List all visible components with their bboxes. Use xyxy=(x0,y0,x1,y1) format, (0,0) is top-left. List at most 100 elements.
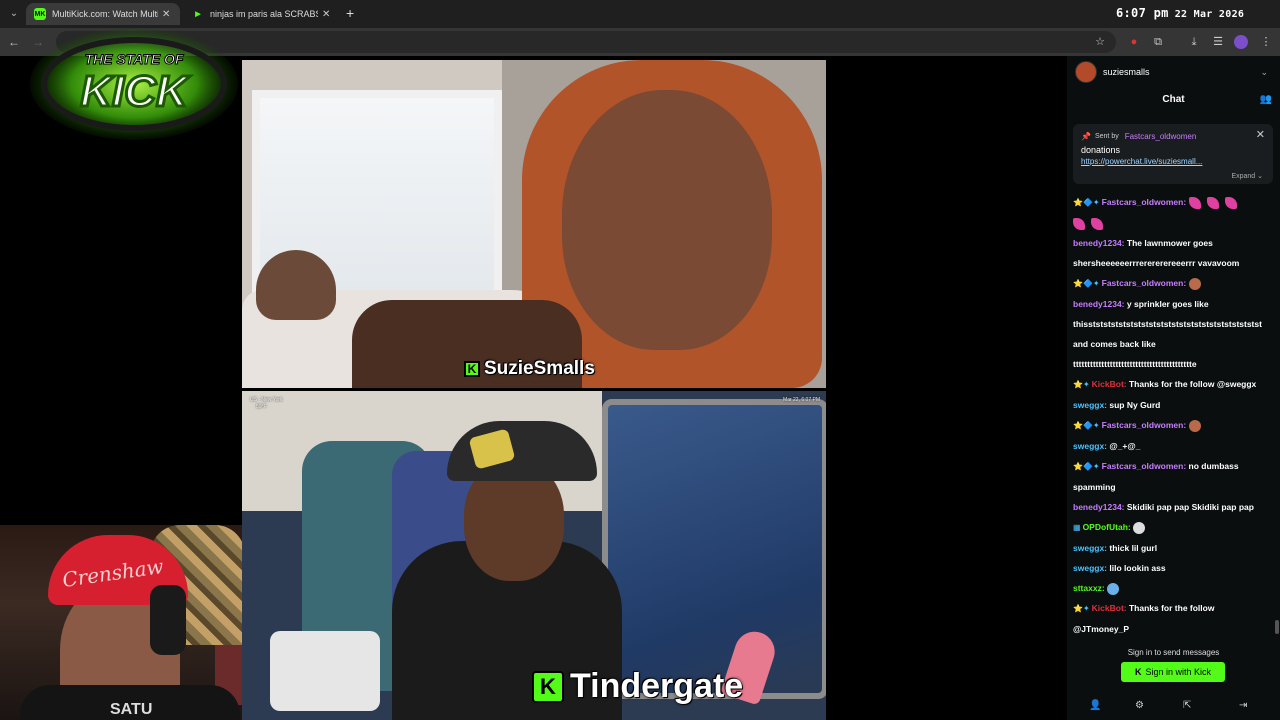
emote-icon xyxy=(1091,217,1103,230)
streamer-name-tag: K Tindergate xyxy=(532,667,743,706)
tab-label: ninjas im paris ala SCRABSNYC xyxy=(210,9,318,19)
chat-username[interactable]: sweggx: xyxy=(1073,543,1109,553)
tab-close-icon[interactable]: ✕ xyxy=(162,9,172,20)
multikick-favicon-icon: MK xyxy=(34,8,46,20)
chat-message: ⭐🔷✦ Fastcars_oldwomen: xyxy=(1073,192,1277,213)
users-icon[interactable]: 👥 xyxy=(1260,94,1272,105)
location-overlay: US - New York xyxy=(250,397,283,403)
streamer-name-tag: K SuzieSmalls xyxy=(464,358,595,380)
kebab-menu-icon[interactable]: ⋮ xyxy=(1258,34,1274,50)
kick-logo-icon: K xyxy=(532,670,564,703)
new-tab-button[interactable]: + xyxy=(346,5,360,21)
chat-username[interactable]: Fastcars_oldwomen: xyxy=(1102,197,1189,207)
chat-message: sttaxxz: xyxy=(1073,578,1277,598)
user-badges-icon: ⭐🔷✦ xyxy=(1073,279,1100,288)
chat-message: ⭐🔷✦ Fastcars_oldwomen: xyxy=(1073,415,1277,436)
add-user-icon[interactable]: 👤 xyxy=(1089,700,1101,711)
chat-title: Chat xyxy=(1162,94,1185,105)
chat-username[interactable]: sweggx: xyxy=(1073,441,1109,451)
sent-by-label: Sent by xyxy=(1094,132,1119,140)
extension-icon[interactable]: ● xyxy=(1126,34,1142,50)
chat-username[interactable]: KickBot: xyxy=(1092,603,1129,613)
chat-message: and comes back like xyxy=(1073,334,1277,354)
kick-logo-icon: K xyxy=(1134,667,1142,677)
chat-username[interactable]: Fastcars_oldwomen: xyxy=(1102,461,1189,471)
playlist-icon[interactable]: ☰ xyxy=(1210,34,1226,50)
chat-text: shersheeeeeerrrerererereeerrr vavavoom xyxy=(1073,258,1240,268)
tab-close-icon[interactable]: ✕ xyxy=(322,9,332,20)
tab-label: MultiKick.com: Watch Multiple xyxy=(52,9,158,19)
chat-message: sweggx: @_+@_ xyxy=(1073,436,1277,456)
chevron-down-icon[interactable]: ⌄ xyxy=(1260,67,1268,78)
chat-message: spamming xyxy=(1073,477,1277,497)
emote-icon xyxy=(1133,521,1146,534)
sign-in-button[interactable]: K Sign in with Kick xyxy=(1121,662,1225,682)
chat-username[interactable]: benedy1234: xyxy=(1073,238,1127,248)
channel-selector[interactable]: suziesmalls ⌄ xyxy=(1067,56,1280,88)
chat-message: ⭐🔷✦ Fastcars_oldwomen: xyxy=(1073,273,1277,294)
clock-time: 6:07 pm xyxy=(1116,6,1169,20)
chat-username[interactable]: sweggx: xyxy=(1073,563,1109,573)
chat-username[interactable]: KickBot: xyxy=(1092,379,1129,389)
user-badges-icon: ⭐✦ xyxy=(1073,604,1090,613)
chat-message xyxy=(1073,213,1277,233)
logo-line1: THE STATE OF xyxy=(84,51,183,67)
user-badges-icon: ⭐🔷✦ xyxy=(1073,421,1100,430)
pinned-sender[interactable]: Fastcars_oldwomen xyxy=(1125,132,1197,141)
chat-header: Chat 👥 xyxy=(1067,88,1280,112)
chat-text: no dumbass xyxy=(1188,461,1239,471)
chat-message: benedy1234: The lawnmower goes xyxy=(1073,233,1277,253)
pin-icon: 📌 xyxy=(1081,131,1091,141)
chat-username[interactable]: sweggx: xyxy=(1073,400,1109,410)
chat-text: sup Ny Gurd xyxy=(1109,400,1161,410)
pinned-message[interactable]: 📌 Sent by Fastcars_oldwomen donations ht… xyxy=(1073,124,1273,184)
chat-username[interactable]: benedy1234: xyxy=(1073,502,1127,512)
chat-panel: suziesmalls ⌄ Chat 👥 📌 Sent by Fastcars_… xyxy=(1067,56,1280,720)
chat-text: y sprinkler goes like xyxy=(1126,299,1209,309)
chat-username[interactable]: Fastcars_oldwomen: xyxy=(1102,420,1189,430)
face xyxy=(562,90,772,350)
chat-text: spamming xyxy=(1073,482,1116,492)
sleeping-person xyxy=(256,250,336,320)
tab-search-icon[interactable]: ⌄ xyxy=(6,6,22,22)
back-arrow-icon[interactable]: ← xyxy=(6,34,22,50)
user-badges-icon: ▦ xyxy=(1073,523,1081,532)
chat-message: shersheeeeeerrrerererereeerrr vavavoom xyxy=(1073,253,1277,273)
stream-video-train[interactable]: US - New York 59°F Mar 22, 6:07 PM K Tin… xyxy=(242,391,826,720)
chat-text: thisstststststststststststststststststst… xyxy=(1073,319,1262,329)
tab-multikick[interactable]: MK MultiKick.com: Watch Multiple ✕ xyxy=(26,3,180,25)
chat-text: thick lil gurl xyxy=(1109,543,1158,553)
profile-avatar-icon[interactable] xyxy=(1234,35,1248,49)
date-overlay: Mar 22, 6:07 PM xyxy=(783,397,820,403)
chat-username[interactable]: Fastcars_oldwomen: xyxy=(1102,278,1189,288)
state-of-kick-logo: THE STATE OF KICK xyxy=(30,28,238,140)
user-badges-icon: ⭐🔷✦ xyxy=(1073,462,1100,471)
chat-username[interactable]: benedy1234: xyxy=(1073,299,1127,309)
chat-scrollbar[interactable] xyxy=(1275,620,1279,634)
chat-message: sweggx: lilo lookin ass xyxy=(1073,558,1277,578)
download-icon[interactable]: ⤓ xyxy=(1186,34,1202,50)
emote-icon xyxy=(1206,196,1219,209)
headphones xyxy=(150,585,186,655)
pinned-link[interactable]: https://powerchat.live/suziesmall... xyxy=(1081,157,1265,166)
chat-username[interactable]: sttaxxz: xyxy=(1073,583,1107,593)
user-badges-icon: ⭐✦ xyxy=(1073,380,1090,389)
chat-text: @_+@_ xyxy=(1109,441,1141,451)
sign-in-label: Sign in with Kick xyxy=(1145,667,1212,677)
chat-username[interactable]: OPDofUtah: xyxy=(1083,522,1134,532)
tab-ninjas[interactable]: ▶ ninjas im paris ala SCRABSNYC ✕ xyxy=(184,3,340,25)
chat-text: Thanks for the follow @sweggx xyxy=(1128,379,1257,389)
close-icon[interactable]: ✕ xyxy=(1256,128,1265,141)
stream-video-suziesmalls[interactable]: K SuzieSmalls xyxy=(242,60,826,388)
expand-button[interactable]: Expand ⌄ xyxy=(1231,172,1263,180)
bookmark-star-icon[interactable]: ☆ xyxy=(1092,34,1108,50)
popout-icon[interactable]: ⇱ xyxy=(1183,700,1191,711)
chat-text: lilo lookin ass xyxy=(1109,563,1166,573)
puzzle-extensions-icon[interactable]: ⧉ xyxy=(1150,34,1166,50)
emote-icon xyxy=(1224,196,1237,209)
screen: ⌄ MK MultiKick.com: Watch Multiple ✕ ▶ n… xyxy=(0,0,1280,720)
gear-icon[interactable]: ⚙ xyxy=(1135,700,1144,711)
temp-overlay: 59°F xyxy=(256,404,267,410)
channel-avatar xyxy=(1075,61,1097,83)
collapse-chat-icon[interactable]: ⇥ xyxy=(1239,700,1247,711)
